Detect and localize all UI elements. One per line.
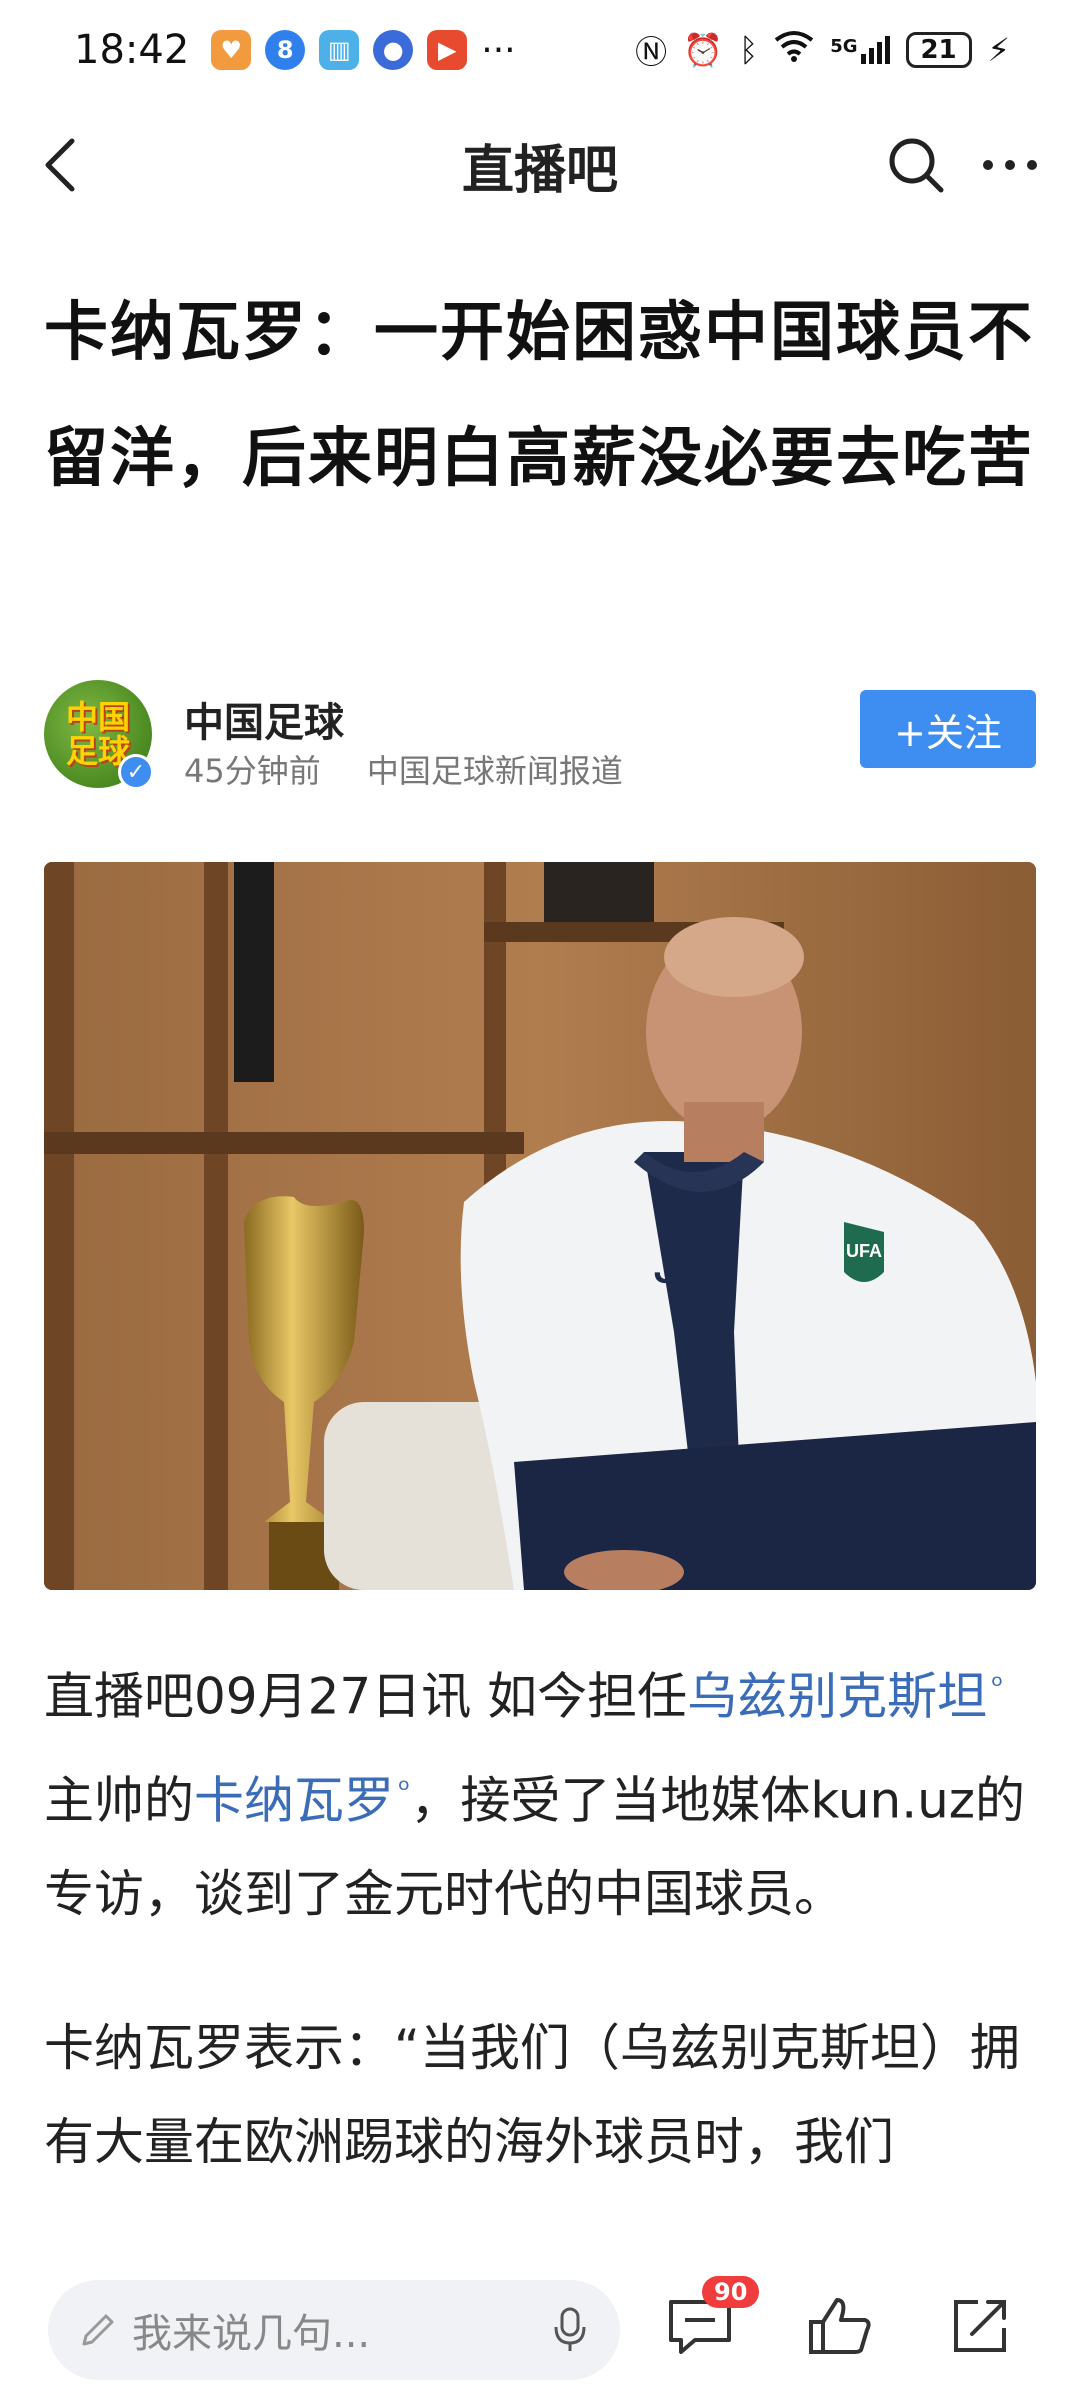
microphone-icon[interactable] [550,2305,590,2355]
link-uzbekistan[interactable]: 乌兹别克斯坦 [687,1668,987,1726]
status-time: 18:42 [74,27,190,73]
more-notifications-icon: ··· [481,29,516,71]
app-notification-icon: ♥ [211,30,252,70]
publish-time: 45分钟前 [184,752,321,790]
charging-icon: ⚡ [987,31,1010,69]
article-headline: 卡纳瓦罗：一开始困惑中国球员不留洋，后来明白高薪没必要去吃苦 [44,296,1034,496]
nfc-icon: Ⓝ [635,33,668,71]
paragraph-text: 直播吧09月27日讯 如今担任 [44,1667,688,1726]
follow-button[interactable]: +关注 [860,690,1036,768]
author-row: 中国 足球 ✓ 中国足球 45分钟前 中国足球新闻报道 +关注 [44,680,1036,790]
search-icon[interactable] [886,135,946,195]
article-photo[interactable]: UFA ᒍ [44,862,1036,1590]
svg-text:UFA: UFA [846,1241,882,1261]
search-link-icon: ᵒ [398,1772,411,1808]
more-options-icon[interactable] [980,155,1040,175]
app-notification-icon: ● [373,30,414,70]
network-type: 5G [830,36,858,57]
like-button[interactable] [800,2286,880,2366]
status-bar: 18:42 ♥ 8 ▥ ● ▶ ··· Ⓝ ⏰ ᛒ 5G 21 ⚡ [0,0,1080,100]
comments-button[interactable]: 90 [660,2276,760,2366]
comment-count-badge: 90 [702,2276,760,2308]
comment-input[interactable]: 我来说几句... [48,2280,620,2380]
avatar-logo: 中国 足球 [65,698,130,770]
comment-placeholder: 我来说几句... [132,2311,371,2357]
app-notification-icon: 8 [265,30,306,70]
back-icon[interactable] [40,135,80,195]
alarm-icon: ⏰ [683,31,724,69]
share-icon [948,2294,1012,2358]
pencil-icon [78,2310,118,2350]
article-paragraph: 卡纳瓦罗表示：“当我们（乌兹别克斯坦）拥有大量在欧洲踢球的海外球员时，我们 [44,2019,1020,2172]
author-meta: 45分钟前 中国足球新闻报道 [184,746,659,792]
wifi-icon [774,30,814,70]
signal-icon: 5G [830,36,890,64]
app-notification-icon: ▶ [427,30,468,70]
article-body: 直播吧09月27日讯 如今担任乌兹别克斯坦 ᵒ 主帅的卡纳瓦罗 ᵒ，接受了当地媒体k… [44,1640,1040,2249]
book-app-icon: ▥ [319,30,360,70]
thumbs-up-icon [805,2294,875,2358]
source-name: 中国足球新闻报道 [366,752,623,790]
link-cannavaro[interactable]: 卡纳瓦罗 [194,1771,394,1829]
article-paragraph: 直播吧09月27日讯 如今担任乌兹别克斯坦 ᵒ 主帅的卡纳瓦罗 ᵒ，接受了当地媒体k… [44,1640,1040,1941]
bottom-action-bar: 我来说几句... 90 [0,2260,1080,2400]
battery-icon: 21 [905,32,972,68]
author-name[interactable]: 中国足球 [184,690,344,748]
bluetooth-icon: ᛒ [739,31,759,69]
verified-icon: ✓ [118,754,154,790]
paragraph-text: 主帅的 [44,1771,194,1830]
share-button[interactable] [940,2286,1020,2366]
search-link-icon: ᵒ [991,1669,1004,1704]
svg-text:ᒍ: ᒍ [654,1247,679,1291]
nav-bar: 直播吧 [0,100,1080,230]
